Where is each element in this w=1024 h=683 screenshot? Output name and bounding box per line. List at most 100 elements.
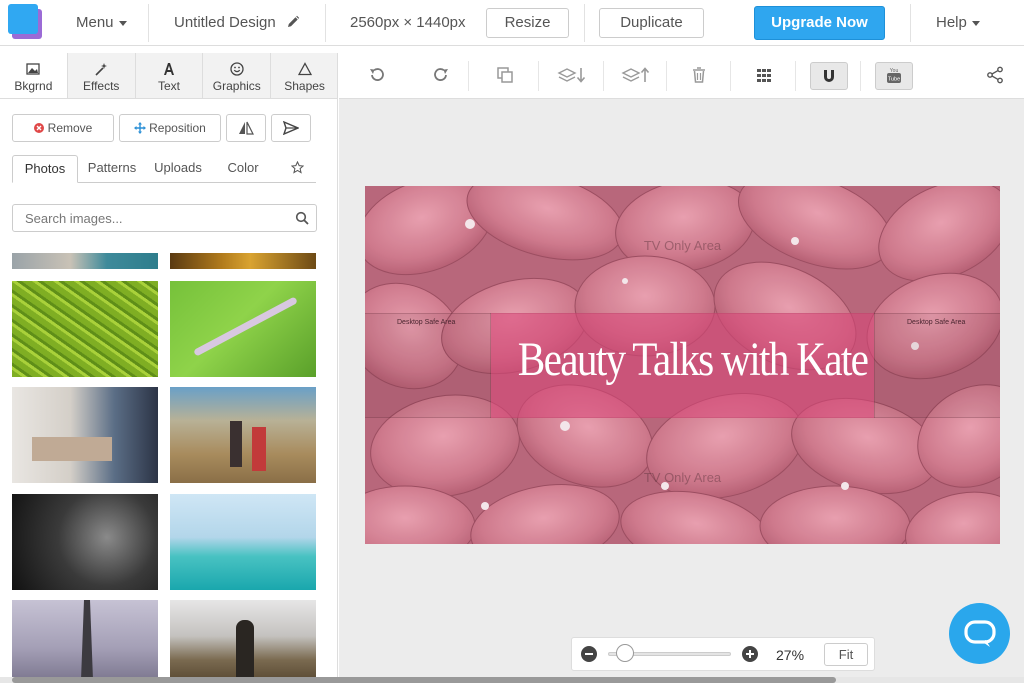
upgrade-now-button[interactable]: Upgrade Now xyxy=(754,6,885,40)
subtab-uploads[interactable]: Uploads xyxy=(148,155,208,183)
divider xyxy=(860,61,861,91)
divider xyxy=(538,61,539,91)
grid-icon xyxy=(757,69,771,82)
remove-button[interactable]: Remove xyxy=(12,114,114,142)
left-panel: Bkgrnd Effects Text Graphics Shapes Remo… xyxy=(0,53,338,683)
zoom-out-icon[interactable] xyxy=(581,646,597,662)
divider xyxy=(468,61,469,91)
chevron-down-icon xyxy=(118,20,127,26)
tv-only-area-label: TV Only Area xyxy=(643,238,722,253)
image-icon xyxy=(26,63,41,75)
divider xyxy=(325,4,326,42)
design-title[interactable]: Untitled Design xyxy=(174,14,276,31)
image-search-box xyxy=(12,204,317,232)
photo-thumbnail[interactable] xyxy=(170,600,316,680)
remove-circle-icon xyxy=(33,123,44,133)
tab-effects[interactable]: Effects xyxy=(68,53,136,98)
divider xyxy=(584,4,585,42)
delete-button[interactable] xyxy=(685,63,713,89)
fit-button[interactable]: Fit xyxy=(824,643,868,666)
divider xyxy=(148,4,149,42)
chat-support-button[interactable] xyxy=(949,603,1010,664)
tab-background[interactable]: Bkgrnd xyxy=(0,53,68,98)
reposition-button[interactable]: Reposition xyxy=(119,114,221,142)
share-icon xyxy=(987,66,1003,84)
tab-label: Shapes xyxy=(284,79,325,93)
safe-area-left xyxy=(365,313,491,418)
photo-thumbnail[interactable] xyxy=(12,494,158,590)
magnet-icon xyxy=(824,70,834,82)
help-menu[interactable]: Help xyxy=(936,14,980,31)
share-button[interactable] xyxy=(981,63,1009,89)
redo-button[interactable] xyxy=(427,63,455,89)
tab-text[interactable]: Text xyxy=(136,53,204,98)
bring-forward-button[interactable] xyxy=(619,63,653,89)
tab-label: Text xyxy=(157,79,180,93)
canvas-dimensions: 2560px × 1440px xyxy=(350,14,466,31)
grid-button[interactable] xyxy=(750,63,778,89)
chat-bubble-icon xyxy=(964,620,996,647)
safe-area-right xyxy=(874,313,1000,418)
tv-only-area-label: TV Only Area xyxy=(643,470,722,485)
send-button[interactable] xyxy=(271,114,311,142)
remove-label: Remove xyxy=(47,121,93,135)
desktop-safe-area-label: Desktop Safe Area xyxy=(907,319,966,326)
photo-thumbnail[interactable] xyxy=(12,253,158,269)
photo-thumbnail[interactable] xyxy=(12,600,158,680)
top-bar: Menu Untitled Design 2560px × 1440px Res… xyxy=(0,0,1024,46)
zoom-slider-handle[interactable] xyxy=(616,644,634,662)
flip-horizontal-button[interactable] xyxy=(226,114,266,142)
help-label: Help xyxy=(936,14,967,31)
subtab-favorites[interactable] xyxy=(282,155,312,183)
photo-thumbnail[interactable] xyxy=(170,253,316,269)
menu-button[interactable]: Menu xyxy=(76,14,127,31)
canvas-title-text[interactable]: Beauty Talks with Kate xyxy=(518,332,869,387)
reposition-label: Reposition xyxy=(149,121,206,135)
subtab-color[interactable]: Color xyxy=(214,155,272,183)
svg-text:You: You xyxy=(890,68,899,74)
youtube-guides-button[interactable]: You Tube xyxy=(875,62,913,90)
horizontal-scrollbar[interactable] xyxy=(0,677,1024,683)
star-icon xyxy=(290,160,304,174)
smiley-icon xyxy=(230,62,244,76)
photo-thumbnail[interactable] xyxy=(12,387,158,483)
tab-label: Graphics xyxy=(212,79,261,93)
tab-label: Effects xyxy=(82,79,120,93)
tab-shapes[interactable]: Shapes xyxy=(271,53,337,98)
pencil-icon[interactable] xyxy=(286,15,300,29)
snap-magnet-button[interactable] xyxy=(810,62,848,90)
svg-text:Tube: Tube xyxy=(888,77,900,83)
image-search-input[interactable] xyxy=(13,205,293,231)
design-canvas[interactable]: TV Only Area Desktop Safe Area Desktop S… xyxy=(365,186,1000,544)
redo-icon xyxy=(434,68,448,81)
copy-icon xyxy=(497,67,513,83)
photo-thumbnail[interactable] xyxy=(170,494,316,590)
undo-button[interactable] xyxy=(363,63,391,89)
photo-thumbnail[interactable] xyxy=(170,281,316,377)
duplicate-button[interactable]: Duplicate xyxy=(599,8,704,38)
trash-icon xyxy=(693,67,705,83)
photo-thumbnail[interactable] xyxy=(170,387,316,483)
send-backward-button[interactable] xyxy=(555,63,589,89)
copy-button[interactable] xyxy=(491,63,519,89)
search-icon[interactable] xyxy=(295,211,309,225)
app-logo[interactable] xyxy=(8,4,42,39)
paper-plane-icon xyxy=(282,120,300,136)
scrollbar-thumb[interactable] xyxy=(12,677,836,683)
photo-thumbnail[interactable] xyxy=(12,281,158,377)
zoom-in-icon[interactable] xyxy=(742,646,758,662)
magic-wand-icon xyxy=(95,63,108,76)
divider xyxy=(603,61,604,91)
tab-graphics[interactable]: Graphics xyxy=(203,53,272,98)
subtab-patterns[interactable]: Patterns xyxy=(82,155,142,183)
undo-icon xyxy=(370,68,384,81)
triangle-icon xyxy=(297,62,312,76)
canvas-toolbar: You Tube xyxy=(339,53,1024,99)
divider xyxy=(730,61,731,91)
zoom-control: 27% Fit xyxy=(571,637,875,671)
image-source-tabs: Photos Patterns Uploads Color xyxy=(12,155,316,183)
divider xyxy=(795,61,796,91)
resize-button[interactable]: Resize xyxy=(486,8,569,38)
subtab-photos[interactable]: Photos xyxy=(12,155,78,183)
layers-down-icon xyxy=(557,68,586,83)
